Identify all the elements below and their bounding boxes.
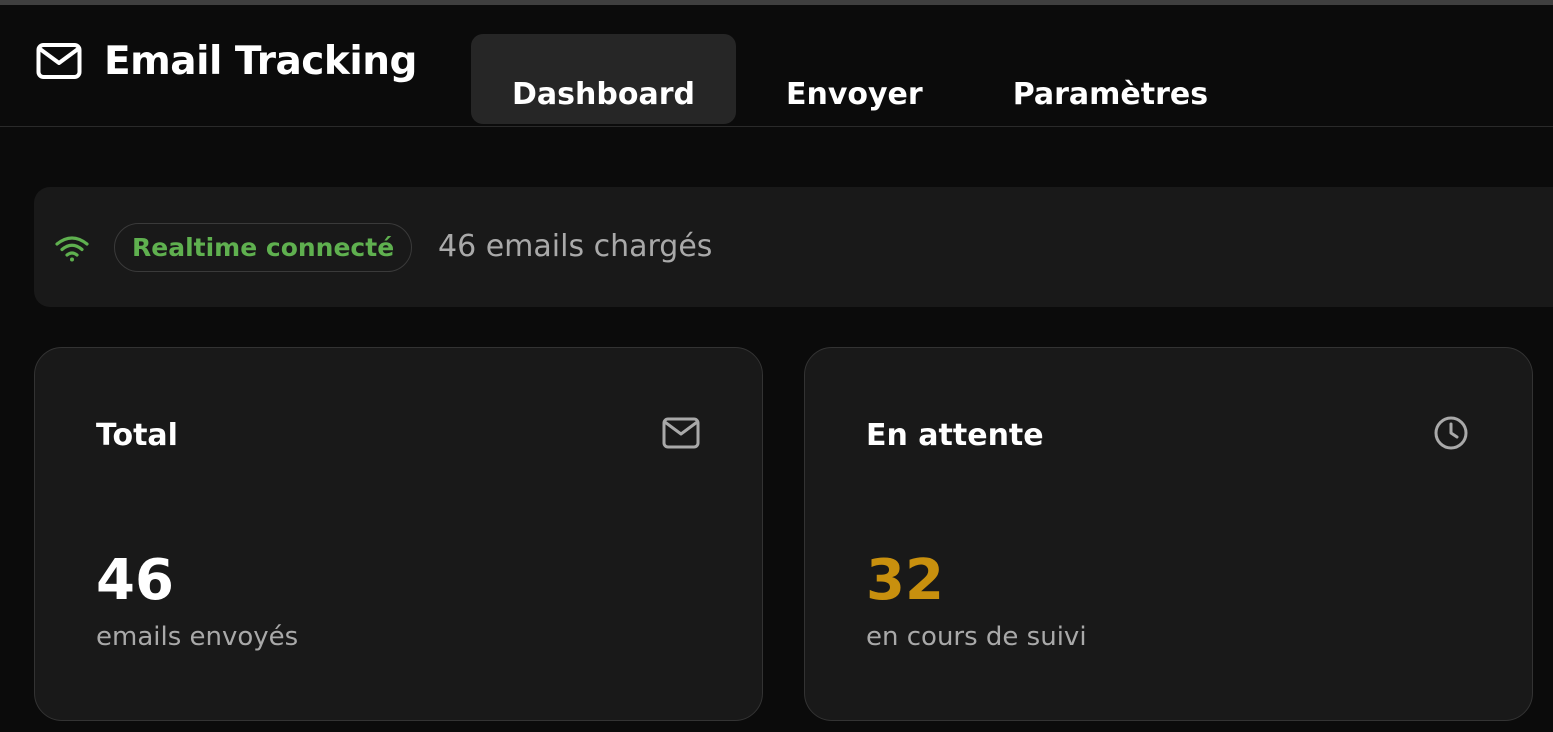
app-title: Email Tracking <box>104 38 417 84</box>
tab-parametres[interactable]: Paramètres <box>973 34 1248 124</box>
app-header: Email Tracking Dashboard Envoyer Paramèt… <box>0 5 1553 127</box>
stat-card-total: Total 46 emails envoyés <box>34 347 763 721</box>
card-subtitle: emails envoyés <box>96 622 299 652</box>
stat-card-pending: En attente 32 en cours de suivi <box>804 347 1533 721</box>
mail-icon <box>662 417 700 449</box>
card-title: Total <box>96 418 178 453</box>
main-tabs: Dashboard Envoyer Paramètres <box>471 34 1248 124</box>
emails-loaded-text: 46 emails chargés <box>438 229 713 264</box>
clock-icon <box>1434 416 1468 450</box>
mail-icon <box>36 43 82 79</box>
realtime-status-bar: Realtime connecté 46 emails chargés <box>34 187 1553 307</box>
realtime-status-badge: Realtime connecté <box>114 223 413 272</box>
card-title: En attente <box>866 418 1044 453</box>
tab-dashboard[interactable]: Dashboard <box>471 34 736 124</box>
brand: Email Tracking <box>36 41 417 81</box>
card-subtitle: en cours de suivi <box>866 622 1087 652</box>
card-value: 32 <box>866 548 944 613</box>
wifi-icon <box>55 236 89 262</box>
tab-envoyer[interactable]: Envoyer <box>736 34 973 124</box>
card-value: 46 <box>96 548 174 613</box>
